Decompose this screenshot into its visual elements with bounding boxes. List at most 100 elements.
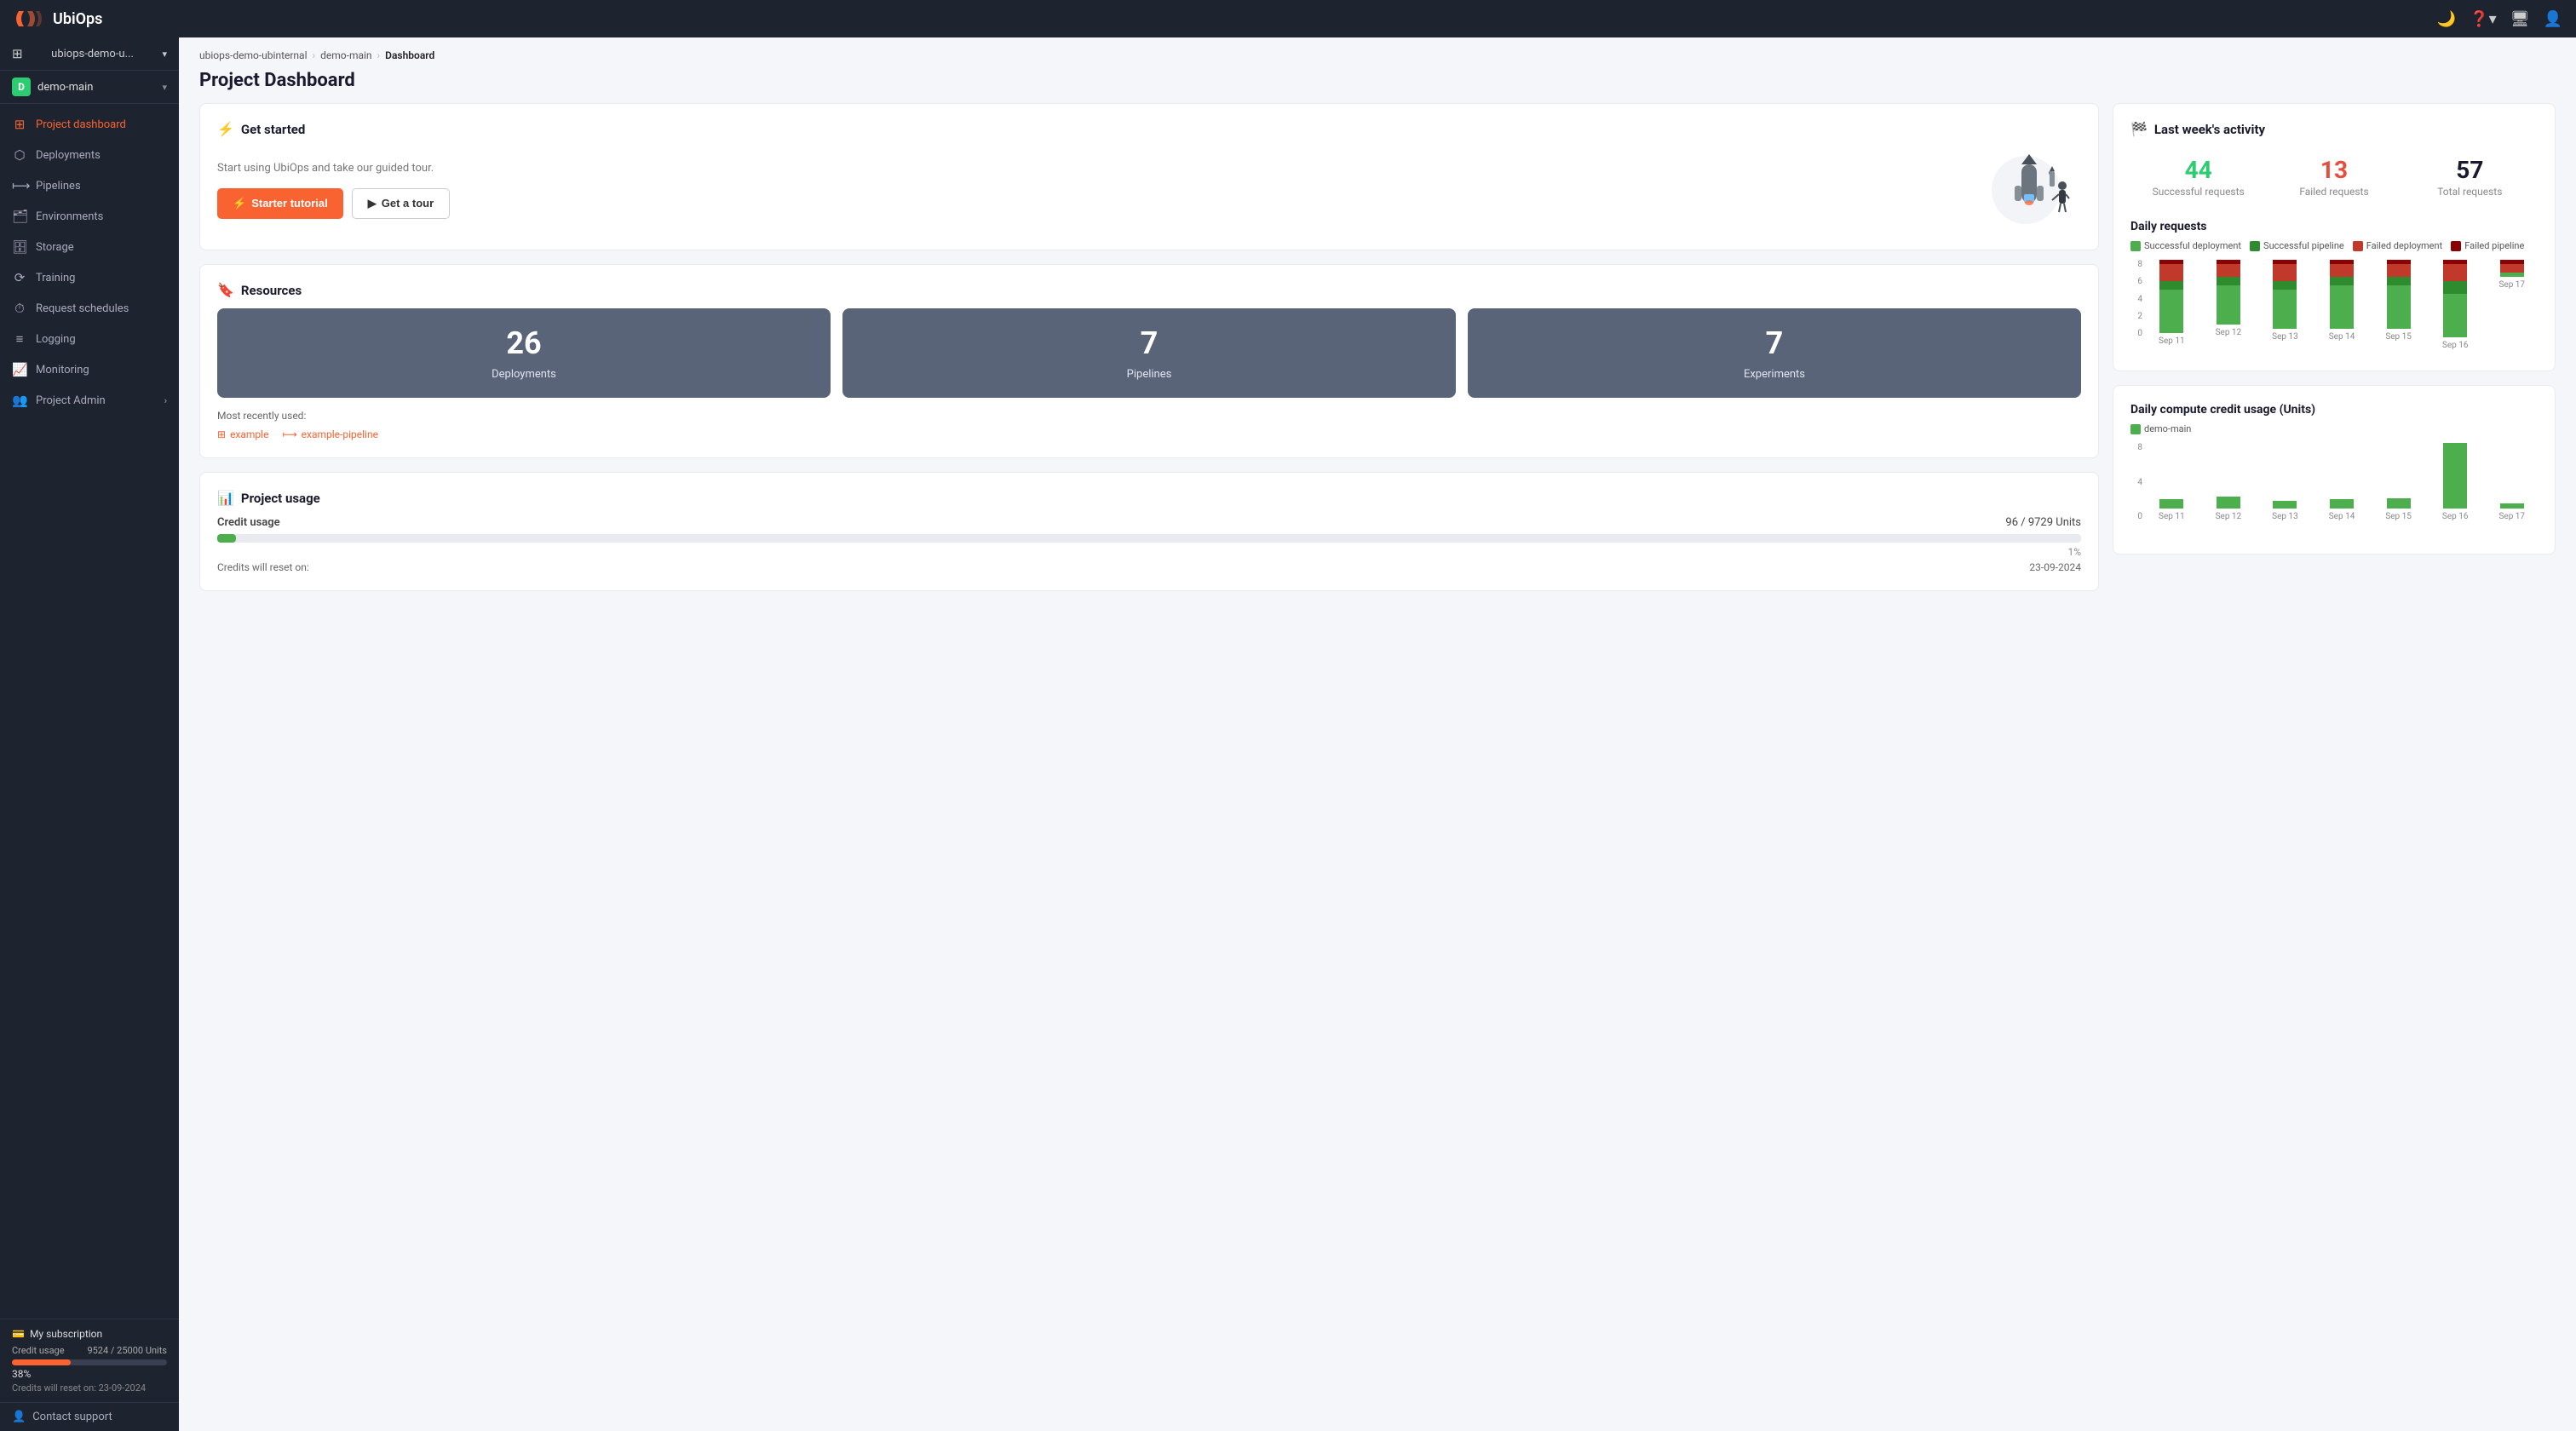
reset-label: Credits will reset on: — [217, 561, 309, 573]
bar-group: Sep 13 — [2259, 260, 2311, 338]
activity-icon: 🏁 — [2130, 121, 2148, 137]
legend-fail-pipe: Failed pipeline — [2451, 240, 2524, 251]
breadcrumb-sep-2: › — [377, 49, 381, 61]
sidebar-item-project-admin[interactable]: 👥 Project Admin › — [0, 385, 179, 416]
lightning-icon: ⚡ — [217, 121, 234, 137]
chart-icon: 📊 — [217, 490, 234, 506]
compute-y-axis: 840 — [2130, 443, 2142, 537]
admin-arrow-icon: › — [164, 395, 167, 406]
get-started-card: ⚡ Get started Start using UbiOps and tak… — [199, 103, 2099, 250]
sidebar-org[interactable]: ⊞ ubiops-demo-u... ▾ — [0, 37, 179, 71]
project-avatar: D — [12, 78, 31, 96]
compute-bar-group: Sep 13 — [2259, 443, 2311, 521]
compute-bar-group: Sep 11 — [2146, 443, 2198, 521]
help-icon[interactable]: ❓▾ — [2470, 10, 2496, 28]
pipelines-resource-card[interactable]: 7 Pipelines — [842, 308, 1456, 398]
compute-chart-title: Daily compute credit usage (Units) — [2130, 403, 2538, 417]
moon-icon[interactable]: 🌙 — [2437, 10, 2456, 28]
org-icon: ⊞ — [12, 46, 23, 61]
reset-date: 23-09-2024 — [2029, 561, 2081, 573]
chart-legend: Successful deployment Successful pipelin… — [2130, 240, 2538, 251]
compute-bar-group: Sep 16 — [2429, 443, 2481, 521]
legend-demo-main: demo-main — [2130, 423, 2191, 434]
logging-icon: ≡ — [12, 331, 27, 347]
legend-fail-dep: Failed deployment — [2353, 240, 2442, 251]
monitor-icon[interactable]: 🖥 — [2510, 10, 2530, 28]
sidebar-item-training[interactable]: ⟳ Training — [0, 262, 179, 293]
legend-dot-succ-dep — [2130, 241, 2141, 251]
compute-legend: demo-main — [2130, 423, 2538, 434]
subscription-icon: 💳 — [12, 1328, 25, 1340]
main-content: ubiops-demo-ubinternal › demo-main › Das… — [179, 37, 2576, 1431]
sidebar-project[interactable]: D demo-main ▾ — [0, 71, 179, 104]
get-started-left: Start using UbiOps and take our guided t… — [217, 162, 1962, 219]
last-week-activity-card: 🏁 Last week's activity 44 Successful req… — [2113, 103, 2556, 371]
daily-requests-chart: Daily requests Successful deployment Suc… — [2130, 220, 2538, 353]
get-a-tour-button[interactable]: ▶ Get a tour — [352, 188, 450, 219]
breadcrumb-org[interactable]: ubiops-demo-ubinternal — [199, 49, 308, 61]
user-icon[interactable]: 👤 — [2544, 10, 2562, 28]
storage-icon: 🗄 — [12, 239, 27, 255]
legend-succ-dep: Successful deployment — [2130, 240, 2241, 251]
contact-support[interactable]: 👤 Contact support — [0, 1402, 179, 1431]
org-name: ubiops-demo-u... — [51, 48, 134, 60]
sidebar: ⊞ ubiops-demo-u... ▾ D demo-main ▾ ⊞ Pro… — [0, 37, 179, 1431]
sidebar-item-storage[interactable]: 🗄 Storage — [0, 232, 179, 262]
credit-usage-row: Credit usage 9524 / 25000 Units — [12, 1345, 167, 1356]
ubiops-logo-icon — [14, 8, 44, 30]
schedules-icon: ⏱ — [12, 301, 27, 316]
breadcrumb-project[interactable]: demo-main — [320, 49, 371, 61]
contact-icon: 👤 — [12, 1411, 26, 1423]
bookmark-icon: 🔖 — [217, 282, 234, 298]
deployments-icon: ⬡ — [12, 147, 27, 163]
credit-pct: 1% — [217, 546, 2081, 558]
total-label: Total requests — [2402, 186, 2538, 198]
legend-dot-succ-pipe — [2250, 241, 2260, 251]
credit-reset-date: Credits will reset on: 23-09-2024 — [12, 1382, 167, 1394]
sidebar-item-deployments[interactable]: ⬡ Deployments — [0, 140, 179, 170]
org-chevron-icon: ▾ — [162, 49, 167, 60]
play-icon: ▶ — [368, 197, 377, 210]
sidebar-item-logging[interactable]: ≡ Logging — [0, 324, 179, 354]
total-count: 57 — [2402, 156, 2538, 184]
legend-dot-fail-pipe — [2451, 241, 2461, 251]
experiments-count: 7 — [1485, 325, 2064, 361]
deployments-resource-card[interactable]: 26 Deployments — [217, 308, 831, 398]
sidebar-item-pipelines[interactable]: ⟼ Pipelines — [0, 170, 179, 201]
subscription-progress-fill — [12, 1359, 71, 1365]
recent-link-example[interactable]: ⊞ example — [217, 428, 268, 440]
legend-succ-pipe: Successful pipeline — [2250, 240, 2344, 251]
sidebar-subscription: 💳 My subscription Credit usage 9524 / 25… — [0, 1319, 179, 1402]
deployment-link-icon: ⊞ — [217, 428, 226, 440]
legend-dot-fail-dep — [2353, 241, 2363, 251]
starter-tutorial-button[interactable]: ⚡ Starter tutorial — [217, 188, 343, 219]
get-started-desc: Start using UbiOps and take our guided t… — [217, 162, 1962, 175]
topbar: UbiOps 🌙 ❓▾ 🖥 👤 — [0, 0, 2576, 37]
lightning-btn-icon: ⚡ — [233, 197, 246, 210]
project-name: demo-main — [37, 81, 155, 94]
sidebar-item-request-schedules[interactable]: ⏱ Request schedules — [0, 293, 179, 324]
successful-label: Successful requests — [2130, 186, 2266, 198]
credit-usage-label: Credit usage — [12, 1345, 65, 1356]
resources-grid: 26 Deployments 7 Pipelines 7 Experiments — [217, 308, 2081, 398]
recent-links: ⊞ example ⟼ example-pipeline — [217, 428, 2081, 440]
get-started-title: ⚡ Get started — [217, 121, 2081, 137]
sidebar-nav: ⊞ Project dashboard ⬡ Deployments ⟼ Pipe… — [0, 104, 179, 1319]
daily-requests-chart-area: 86420 Sep 11Sep 12Sep 13Sep 14Sep 15Sep … — [2130, 260, 2538, 353]
deployments-count: 26 — [234, 325, 814, 361]
bar-group: Sep 16 — [2429, 260, 2481, 338]
y-axis-labels: 86420 — [2130, 260, 2142, 353]
sidebar-item-environments[interactable]: 🗂 Environments — [0, 201, 179, 232]
usage-reset: Credits will reset on: 23-09-2024 — [217, 561, 2081, 573]
breadcrumb: ubiops-demo-ubinternal › demo-main › Das… — [179, 37, 2576, 66]
sidebar-item-project-dashboard[interactable]: ⊞ Project dashboard — [0, 109, 179, 140]
experiments-resource-card[interactable]: 7 Experiments — [1468, 308, 2081, 398]
recent-link-pipeline[interactable]: ⟼ example-pipeline — [282, 428, 378, 440]
left-column: ⚡ Get started Start using UbiOps and tak… — [199, 103, 2099, 591]
breadcrumb-sep-1: › — [313, 49, 316, 61]
bar-group: Sep 14 — [2316, 260, 2368, 338]
credit-bar-bg — [217, 534, 2081, 543]
compute-bar-group: Sep 12 — [2203, 443, 2255, 521]
sidebar-item-monitoring[interactable]: 📈 Monitoring — [0, 354, 179, 385]
pipeline-link-icon: ⟼ — [282, 428, 296, 440]
